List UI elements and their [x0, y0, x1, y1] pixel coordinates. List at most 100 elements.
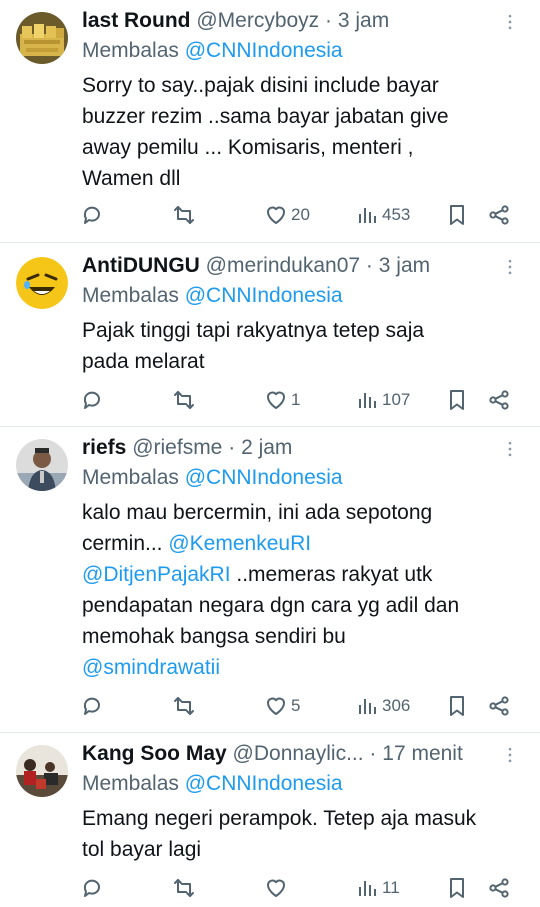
avatar[interactable]: [16, 745, 68, 797]
reply-button[interactable]: [80, 691, 104, 721]
separator-dot: ·: [369, 742, 377, 765]
tweet[interactable]: last Round @Mercyboyz · 3 jam Membalas @…: [0, 0, 540, 242]
share-button[interactable]: [487, 200, 511, 230]
retweet-button[interactable]: [172, 385, 196, 415]
views-count: 453: [382, 205, 411, 224]
mention-link[interactable]: @smindrawatii: [82, 656, 220, 679]
text-segment: away pemilu ... Komisaris, menteri ,: [82, 136, 414, 159]
text-segment: Pajak tinggi tapi rakyatnya tetep saja: [82, 319, 425, 342]
display-name[interactable]: last Round: [82, 9, 191, 32]
views-icon: [355, 876, 379, 900]
text-segment: Emang negeri perampok. Tetep aja masuk: [82, 807, 477, 830]
retweet-icon: [172, 876, 196, 900]
user-handle[interactable]: @Mercyboyz: [196, 9, 319, 32]
timestamp[interactable]: 3 jam: [379, 254, 430, 277]
share-button[interactable]: [487, 873, 511, 903]
views-button[interactable]: 453: [355, 200, 410, 230]
reply-context: Membalas @CNNIndonesia: [82, 281, 520, 311]
share-button[interactable]: [487, 691, 511, 721]
reply-feed: last Round @Mercyboyz · 3 jam Membalas @…: [0, 0, 540, 907]
mention-link[interactable]: @KemenkeuRI: [168, 532, 311, 555]
reply-context: Membalas @CNNIndonesia: [82, 463, 520, 493]
man-photo-avatar-image: [16, 439, 68, 491]
like-button[interactable]: 1: [264, 385, 300, 415]
tweet-text-line: @DitjenPajakRI ..memeras rakyat utk: [82, 559, 520, 590]
like-button[interactable]: [264, 873, 291, 903]
views-button[interactable]: 11: [355, 873, 400, 903]
reply-mention[interactable]: @CNNIndonesia: [185, 39, 343, 62]
tweet[interactable]: riefs @riefsme · 2 jam Membalas @CNNIndo…: [0, 426, 540, 732]
mention-link[interactable]: @DitjenPajakRI: [82, 563, 231, 586]
reply-mention[interactable]: @CNNIndonesia: [185, 284, 343, 307]
timestamp[interactable]: 3 jam: [338, 9, 389, 32]
text-segment: Wamen dll: [82, 167, 181, 190]
reply-icon: [80, 203, 104, 227]
avatar[interactable]: [16, 12, 68, 64]
text-segment: Sorry to say..pajak disini include bayar: [82, 74, 439, 97]
separator-dot: ·: [325, 9, 333, 32]
tweet-header: Kang Soo May @Donnaylic... · 17 menit: [82, 739, 520, 769]
tweet-header: last Round @Mercyboyz · 3 jam: [82, 6, 520, 36]
like-button[interactable]: 20: [264, 200, 310, 230]
reply-mention[interactable]: @CNNIndonesia: [185, 772, 343, 795]
more-options-icon[interactable]: [498, 743, 522, 767]
retweet-button[interactable]: [172, 691, 196, 721]
views-count: 11: [382, 878, 400, 897]
avatar[interactable]: [16, 257, 68, 309]
text-segment: buzzer rezim ..sama bayar jabatan give: [82, 105, 449, 128]
display-name[interactable]: Kang Soo May: [82, 742, 227, 765]
user-handle[interactable]: @Donnaylic...: [233, 742, 364, 765]
more-options-icon[interactable]: [498, 437, 522, 461]
retweet-button[interactable]: [172, 200, 196, 230]
reply-button[interactable]: [80, 873, 104, 903]
tweet[interactable]: Kang Soo May @Donnaylic... · 17 menit Me…: [0, 732, 540, 907]
views-count: 306: [382, 696, 411, 715]
tweet-text-line: Wamen dll: [82, 163, 520, 194]
views-button[interactable]: 107: [355, 385, 410, 415]
reply-prefix: Membalas: [82, 39, 179, 62]
reply-button[interactable]: [80, 385, 104, 415]
display-name[interactable]: AntiDUNGU: [82, 254, 200, 277]
tweet[interactable]: AntiDUNGU @merindukan07 · 3 jam Membalas…: [0, 242, 540, 426]
reply-icon: [80, 694, 104, 718]
share-icon: [487, 388, 511, 412]
tweet-actions: 5 306: [80, 691, 522, 721]
crowd-photo-avatar-image: [16, 745, 68, 797]
display-name[interactable]: riefs: [82, 436, 126, 459]
reply-prefix: Membalas: [82, 284, 179, 307]
bookmark-button[interactable]: [445, 200, 469, 230]
bookmark-button[interactable]: [445, 385, 469, 415]
timestamp[interactable]: 17 menit: [382, 742, 463, 765]
views-button[interactable]: 306: [355, 691, 410, 721]
share-button[interactable]: [487, 385, 511, 415]
tweet-text-line: pada melarat: [82, 346, 520, 377]
bookmark-button[interactable]: [445, 873, 469, 903]
user-handle[interactable]: @riefsme: [132, 436, 222, 459]
more-options-icon[interactable]: [498, 10, 522, 34]
tweet-header: riefs @riefsme · 2 jam: [82, 433, 520, 463]
timestamp[interactable]: 2 jam: [241, 436, 292, 459]
tweet-text-line: Pajak tinggi tapi rakyatnya tetep saja: [82, 315, 520, 346]
user-handle[interactable]: @merindukan07: [206, 254, 360, 277]
avatar[interactable]: [16, 439, 68, 491]
reply-prefix: Membalas: [82, 772, 179, 795]
reply-mention[interactable]: @CNNIndonesia: [185, 466, 343, 489]
separator-dot: ·: [365, 254, 373, 277]
tweet-text-line: kalo mau bercermin, ini ada sepotong: [82, 497, 520, 528]
tweet-text: Pajak tinggi tapi rakyatnya tetep saja pa…: [82, 315, 520, 377]
tweet-text-line: memohak bangsa sendiri bu: [82, 621, 520, 652]
tweet-text-line: cermin... @KemenkeuRI: [82, 528, 520, 559]
views-count: 107: [382, 390, 411, 409]
gold-bars-avatar-image: [16, 12, 68, 64]
bookmark-button[interactable]: [445, 691, 469, 721]
reply-button[interactable]: [80, 200, 104, 230]
retweet-icon: [172, 203, 196, 227]
like-button[interactable]: 5: [264, 691, 300, 721]
retweet-button[interactable]: [172, 873, 196, 903]
tweet-actions: 20 453: [80, 200, 522, 230]
tweet-text-line: @smindrawatii: [82, 652, 520, 683]
tweet-text-line: buzzer rezim ..sama bayar jabatan give: [82, 101, 520, 132]
more-options-icon[interactable]: [498, 255, 522, 279]
share-icon: [487, 694, 511, 718]
bookmark-icon: [445, 876, 469, 900]
